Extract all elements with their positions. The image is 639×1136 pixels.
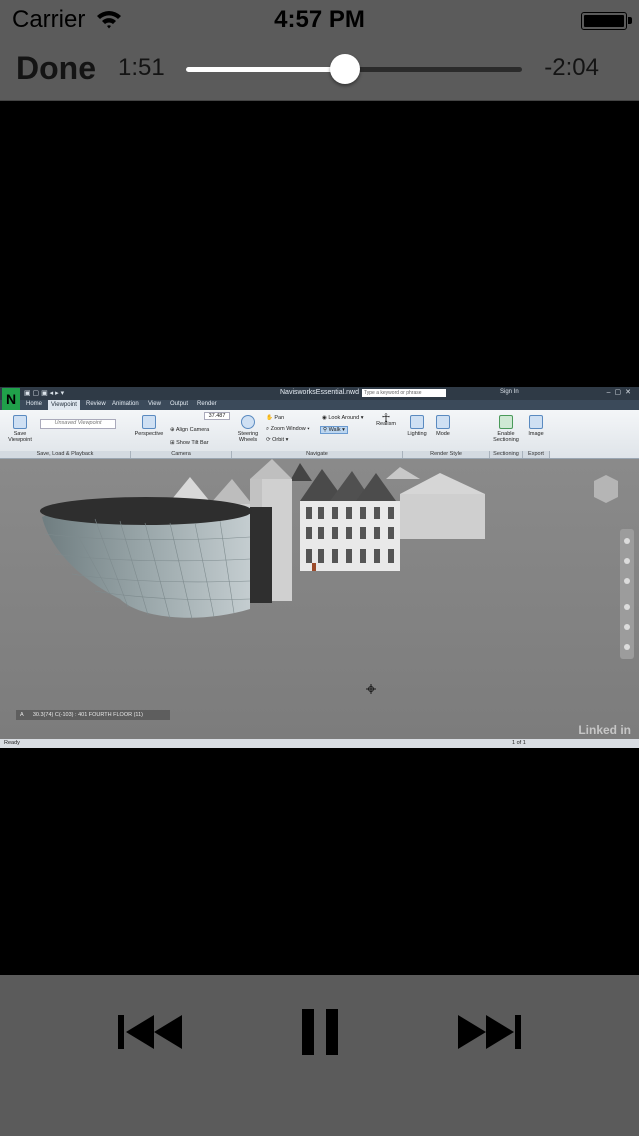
enable-sectioning-button: Enable Sectioning	[492, 415, 520, 443]
tab-view: View	[148, 401, 161, 407]
orbit-button: ⟳ Orbit ▾	[266, 437, 289, 443]
coordinate-readout: A 30.3(74) C(-103) : 401 FOURTH FLOOR (1…	[16, 710, 170, 720]
lighting-label: Lighting	[407, 431, 427, 437]
lighting-icon	[410, 415, 424, 429]
group-sectioning: Sectioning	[490, 451, 523, 458]
viewpoint-combo: Unsaved Viewpoint	[40, 419, 116, 429]
tab-animation: Animation	[112, 401, 139, 407]
tab-render: Render	[197, 401, 217, 407]
image-icon	[529, 415, 543, 429]
viewcube-icon	[594, 475, 618, 503]
group-navigate: Navigate	[232, 451, 403, 458]
pan-button: ✋ Pan	[266, 415, 285, 421]
mode-icon	[436, 415, 450, 429]
group-save-load: Save, Load & Playback	[0, 451, 131, 458]
walk-label: Walk	[328, 427, 341, 433]
zoom-window-label: Zoom Window	[270, 426, 306, 432]
app-logo: N	[2, 388, 20, 410]
pan-label: Pan	[274, 415, 285, 421]
perspective-icon	[142, 415, 156, 429]
status-ready: Ready	[4, 740, 20, 746]
skip-forward-icon[interactable]	[456, 1009, 522, 1055]
group-export: Export	[523, 451, 550, 458]
tab-output: Output	[170, 401, 189, 407]
linkedin-watermark: Linked in	[578, 723, 631, 737]
mode-button: Mode	[432, 415, 454, 437]
page-indicator: 1 of 1	[512, 740, 526, 746]
ribbon-tabs: Home Viewpoint Review Animation View Out…	[0, 400, 639, 410]
tab-viewpoint: Viewpoint	[48, 400, 80, 410]
coord-text: 30.3(74) C(-103) : 401 FOURTH FLOOR (11)	[32, 712, 143, 718]
orbit-label: Orbit	[272, 437, 285, 443]
camera-icon	[13, 415, 27, 429]
mode-label: Mode	[436, 431, 450, 437]
image-label: Image	[528, 431, 544, 437]
steering-wheels-button: Steering Wheels	[236, 415, 260, 443]
fov-field: 37.487	[204, 412, 230, 420]
tab-home: Home	[26, 401, 43, 407]
battery-fill	[584, 15, 624, 27]
player-top-bar: Done 1:51 -2:04	[0, 40, 639, 101]
look-around-button: ◉ Look Around ▾	[322, 415, 364, 421]
show-tilt-bar-button: ⊞ Show Tilt Bar	[170, 440, 209, 446]
enable-sectioning-label: Enable Sectioning	[493, 431, 519, 443]
sign-in-link: Sign In	[500, 389, 519, 395]
status-bar: Carrier 4:57 PM	[0, 0, 639, 40]
align-camera-button: ⊕ Align Camera	[170, 427, 210, 433]
navigation-bar	[620, 529, 634, 659]
hall-roof	[40, 497, 252, 525]
search-input: Type a keyword or phrase	[362, 389, 446, 397]
3d-viewport	[0, 459, 639, 739]
walk-button: ⚲ Walk ▾	[320, 426, 348, 434]
scrubber-thumb[interactable]	[329, 54, 360, 84]
image-button: Image	[526, 415, 546, 437]
elapsed-time: 1:51	[118, 54, 165, 81]
clock: 4:57 PM	[274, 6, 365, 33]
sectioning-icon	[499, 415, 513, 429]
tab-review: Review	[86, 401, 106, 407]
realism-label: Realism	[376, 421, 396, 427]
perspective-button: Perspective	[134, 415, 164, 437]
battery-icon	[581, 12, 632, 30]
zoom-window-button: ⌕ Zoom Window ▾	[266, 426, 310, 432]
done-button[interactable]: Done	[16, 50, 96, 87]
document-title: NavisworksEssential.nwd	[280, 389, 359, 396]
coord-prefix: A	[20, 712, 24, 718]
look-around-label: Look Around	[328, 415, 360, 421]
playback-controls	[0, 975, 639, 1136]
save-viewpoint-label: Save Viewpoint	[8, 431, 32, 443]
video-frame[interactable]: ▣ ▢ ▣ ◂ ▸ ▾ NavisworksEssential.nwd Type…	[0, 387, 639, 748]
app-status-bar: Ready 1 of 1	[0, 739, 639, 748]
group-camera: Camera	[131, 451, 232, 458]
battery-nub	[628, 17, 632, 24]
realism-button: ☥ Realism	[374, 412, 398, 427]
app-title-bar: ▣ ▢ ▣ ◂ ▸ ▾ NavisworksEssential.nwd Type…	[0, 387, 639, 400]
group-render-style: Render Style	[403, 451, 490, 458]
save-viewpoint-button: Save Viewpoint	[6, 415, 34, 443]
scrubber-played	[186, 67, 345, 72]
window-controls: –▢✕	[606, 389, 635, 396]
align-camera-label: Align Camera	[175, 427, 210, 433]
ribbon: Save Viewpoint Unsaved Viewpoint Perspec…	[0, 410, 639, 459]
lighting-button: Lighting	[404, 415, 430, 437]
perspective-label: Perspective	[134, 431, 164, 437]
skip-back-icon[interactable]	[118, 1009, 184, 1055]
remaining-time: -2:04	[544, 54, 599, 81]
pause-icon[interactable]	[300, 1009, 340, 1055]
steering-wheel-icon	[241, 415, 255, 429]
steering-wheels-label: Steering Wheels	[237, 431, 259, 443]
show-tilt-bar-label: Show Tilt Bar	[176, 440, 209, 446]
